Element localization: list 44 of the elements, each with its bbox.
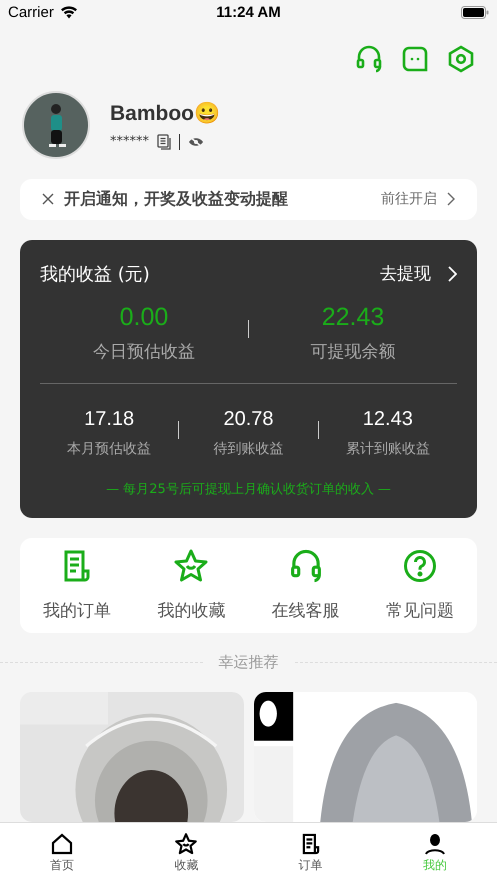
stat-value: 12.43 [362, 406, 413, 432]
section-title: 幸运推荐 [218, 653, 278, 672]
earnings-title: 我的收益 (元) [40, 262, 151, 286]
stat-value: 20.78 [223, 406, 274, 432]
eye-off-icon[interactable] [188, 136, 204, 148]
tab-item[interactable]: 订单 [248, 823, 373, 883]
help-icon [402, 548, 437, 583]
shortcut-item[interactable]: 在线客服 [248, 548, 363, 622]
carrier-name: Carrier [8, 4, 54, 21]
star-icon [174, 832, 198, 854]
stat-label: 待到账收益 [213, 440, 284, 458]
status-time: 11:24 AM [216, 4, 281, 21]
wifi-icon [60, 6, 78, 19]
copy-icon[interactable] [157, 134, 171, 150]
tab-item[interactable]: 收藏 [124, 823, 248, 883]
chat-icon[interactable] [401, 45, 429, 73]
shortcut-item[interactable]: 我的订单 [20, 548, 134, 622]
stat-value: 17.18 [84, 406, 134, 432]
amount-label: 可提现余额 [310, 340, 396, 363]
amount-value: 22.43 [322, 302, 384, 333]
close-icon[interactable] [42, 193, 54, 206]
user-name: Bamboo😀 [110, 100, 220, 126]
star-icon [173, 548, 210, 583]
withdraw-note: — 每月25号后可提现上月确认收货订单的收入 — [105, 480, 392, 498]
chevron-right-icon [447, 192, 455, 206]
chevron-right-icon [447, 266, 457, 282]
home-icon [51, 832, 74, 854]
person-icon [424, 832, 446, 854]
stat-label: 本月预估收益 [67, 440, 152, 458]
settings-icon[interactable] [447, 45, 475, 73]
account-id: ****** [110, 134, 149, 149]
withdraw-link[interactable]: 去提现 [380, 262, 431, 286]
enable-link[interactable]: 前往开启 [381, 190, 437, 208]
stat-label: 累计到账收益 [346, 440, 430, 458]
shortcut-item[interactable]: 我的收藏 [134, 548, 248, 622]
avatar[interactable] [22, 91, 90, 159]
headset-icon [288, 548, 323, 583]
battery-icon [460, 6, 489, 19]
headset-icon[interactable] [355, 45, 383, 73]
shortcut-item[interactable]: 常见问题 [362, 548, 477, 622]
amount-value: 0.00 [120, 302, 168, 333]
amount-label: 今日预估收益 [93, 340, 195, 363]
notice-text: 开启通知，开奖及收益变动提醒 [64, 188, 289, 210]
tab-item[interactable]: 首页 [0, 823, 124, 883]
